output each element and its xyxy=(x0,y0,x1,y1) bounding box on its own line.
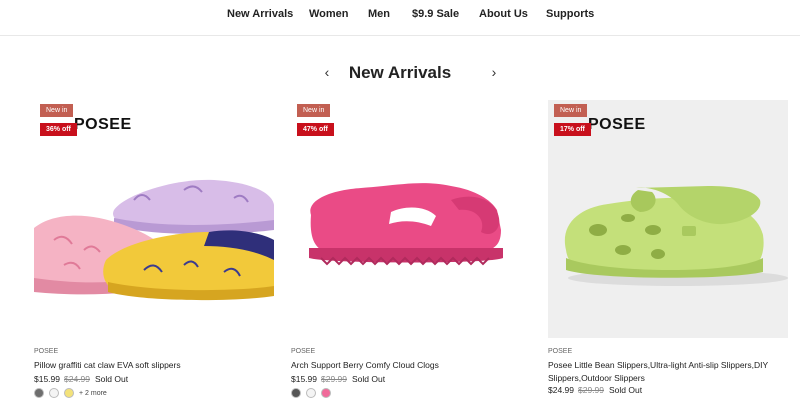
product-price: $24.99 xyxy=(548,385,574,395)
product-vendor: POSEE xyxy=(34,348,59,355)
color-swatch[interactable] xyxy=(321,388,331,398)
product-price: $15.99 xyxy=(291,374,317,384)
nav-about-us[interactable]: About Us xyxy=(479,8,528,20)
product-vendor: POSEE xyxy=(548,348,573,355)
color-swatches xyxy=(291,388,331,398)
product-card[interactable]: New in 47% off POSEE Arch Support Berry … xyxy=(291,100,531,398)
compare-price: $29.99 xyxy=(321,374,347,384)
product-image[interactable]: POSEE New in 36% off xyxy=(34,100,274,338)
sold-out-label: Sold Out xyxy=(609,385,643,395)
color-swatch[interactable] xyxy=(34,388,44,398)
product-vendor: POSEE xyxy=(291,348,316,355)
color-swatch[interactable] xyxy=(49,388,59,398)
color-swatch[interactable] xyxy=(64,388,74,398)
brand-logo: POSEE xyxy=(588,116,646,133)
section-title: New Arrivals xyxy=(348,63,452,82)
top-nav: New Arrivals Women Men $9.9 Sale About U… xyxy=(0,0,800,36)
nav-men[interactable]: Men xyxy=(368,8,390,20)
product-image[interactable]: New in 47% off xyxy=(291,100,531,338)
product-price: $15.99 xyxy=(34,374,60,384)
product-title[interactable]: Pillow graffiti cat claw EVA soft slippe… xyxy=(34,359,274,372)
discount-badge: 17% off xyxy=(554,123,591,136)
product-card[interactable]: POSEE New in 36% off POSEE Pillow graffi… xyxy=(34,100,274,398)
price-row: $15.99 $24.99 Sold Out xyxy=(34,374,128,384)
chevron-right-icon[interactable]: › xyxy=(486,64,502,80)
product-title[interactable]: Posee Little Bean Slippers,Ultra-light A… xyxy=(548,359,788,385)
color-swatch[interactable] xyxy=(291,388,301,398)
price-row: $15.99 $29.99 Sold Out xyxy=(291,374,385,384)
product-image[interactable]: POSEE New in 17% off xyxy=(548,100,788,338)
color-swatches: + 2 more xyxy=(34,388,107,398)
brand-logo: POSEE xyxy=(74,116,132,133)
nav-supports[interactable]: Supports xyxy=(546,8,594,20)
discount-badge: 36% off xyxy=(40,123,77,136)
discount-badge: 47% off xyxy=(297,123,334,136)
product-title[interactable]: Arch Support Berry Comfy Cloud Clogs xyxy=(291,359,531,372)
compare-price: $29.99 xyxy=(578,385,604,395)
sold-out-label: Sold Out xyxy=(352,374,386,384)
nav-new-arrivals[interactable]: New Arrivals xyxy=(227,8,293,20)
new-in-badge: New in xyxy=(297,104,331,117)
nav-sale[interactable]: $9.9 Sale xyxy=(412,8,459,20)
nav-women[interactable]: Women xyxy=(309,8,349,20)
color-swatch[interactable] xyxy=(306,388,316,398)
compare-price: $24.99 xyxy=(64,374,90,384)
more-colors-link[interactable]: + 2 more xyxy=(79,390,107,397)
new-in-badge: New in xyxy=(554,104,588,117)
new-in-badge: New in xyxy=(40,104,74,117)
price-row: $24.99 $29.99 Sold Out xyxy=(548,385,642,395)
product-card[interactable]: POSEE New in 17% off POSEE Posee Little … xyxy=(548,100,788,395)
sold-out-label: Sold Out xyxy=(95,374,129,384)
